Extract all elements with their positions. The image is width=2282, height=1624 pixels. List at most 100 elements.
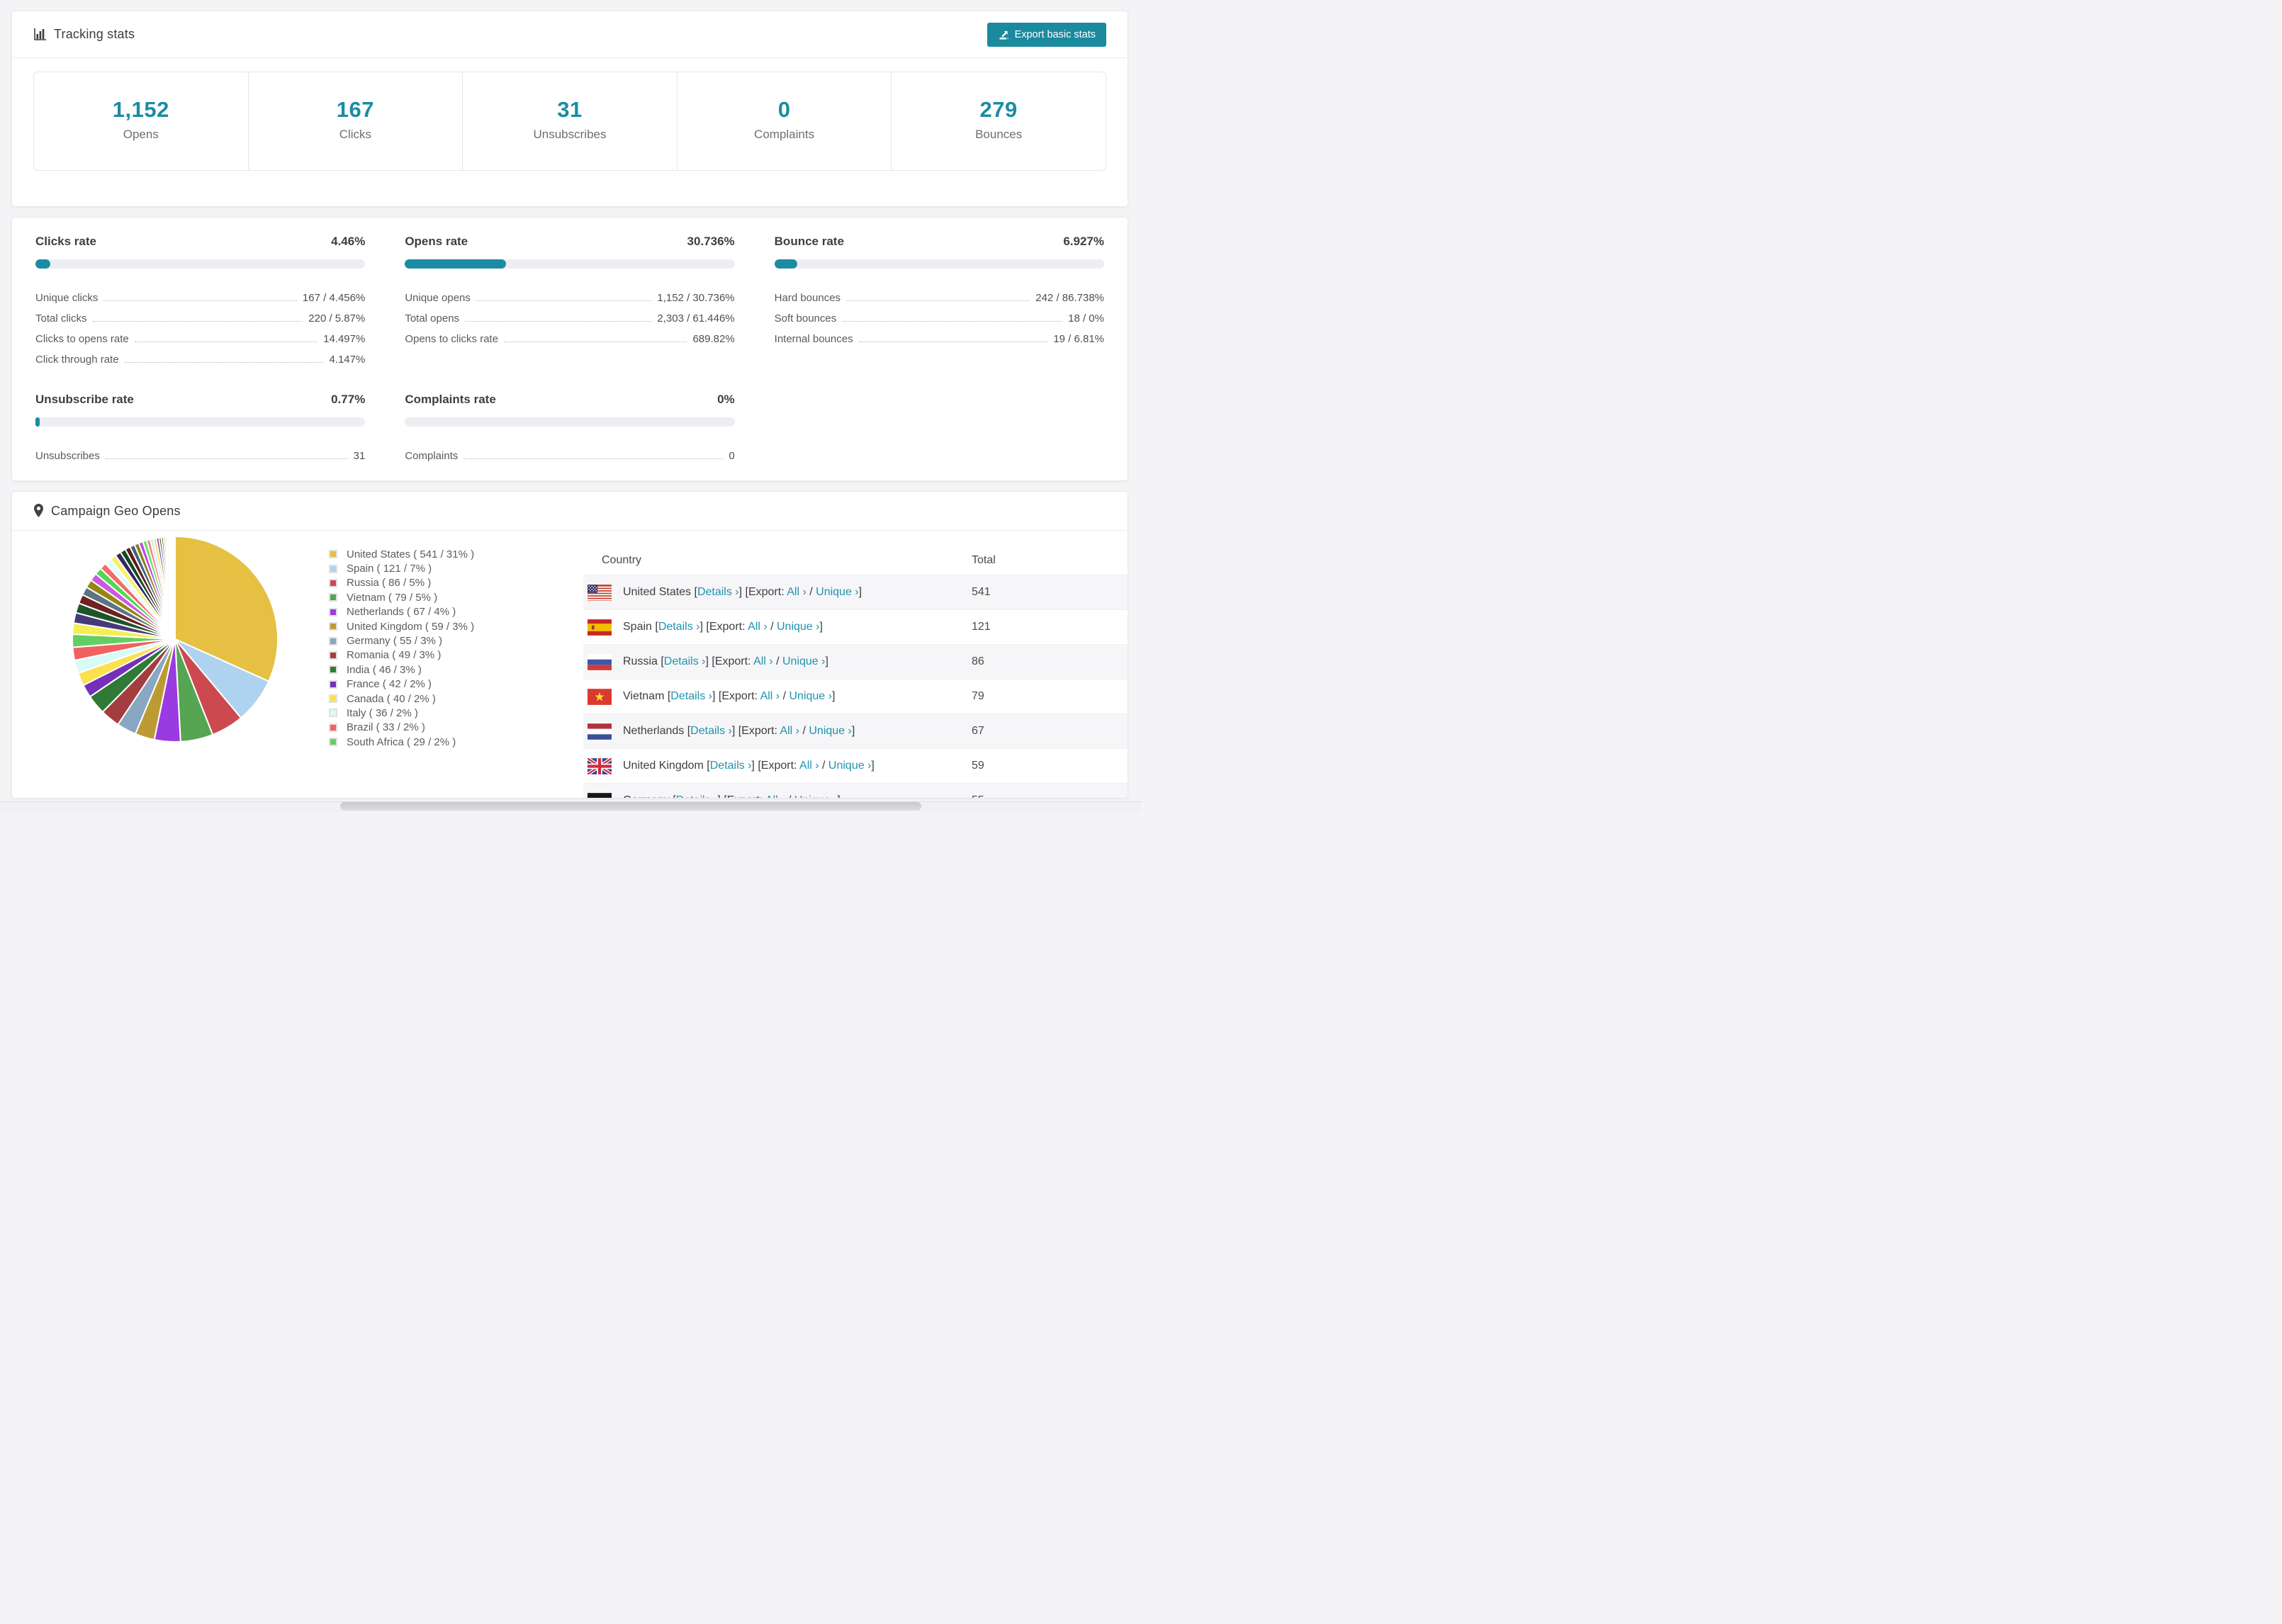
table-row-es: Spain [Details ›] [Export: All › / Uniqu…	[583, 609, 1128, 644]
legend-item: Vietnam ( 79 / 5% )	[329, 590, 474, 604]
geo-title: Campaign Geo Opens	[33, 504, 181, 519]
rate-row-label: Soft bounces	[774, 312, 837, 325]
rate-title: Opens rate	[405, 235, 468, 248]
rate-row-value: 242 / 86.738%	[1035, 292, 1104, 304]
rate-row-value: 167 / 4.456%	[302, 292, 366, 304]
export-basic-stats-button[interactable]: Export basic stats	[987, 22, 1106, 47]
rates-grid: Clicks rate 4.46% Unique clicks 167 / 4.456…	[12, 218, 1128, 462]
unsubscribe-rate-block: Unsubscribe rate 0.77% Unsubscribes 31	[35, 393, 366, 462]
pie-slice	[174, 535, 176, 640]
export-unique-link[interactable]: Unique ›	[789, 690, 831, 702]
legend-swatch	[329, 593, 337, 602]
legend-item: Brazil ( 33 / 2% )	[329, 721, 474, 735]
legend-swatch	[329, 550, 337, 559]
legend-swatch	[329, 709, 337, 718]
country-cell: United Kingdom [Details ›] [Export: All …	[623, 760, 875, 772]
legend-item: Russia ( 86 / 5% )	[329, 576, 474, 590]
export-unique-link[interactable]: Unique ›	[816, 586, 858, 598]
rate-value: 6.927%	[1063, 235, 1104, 248]
summary-stat-unsubscribes: 31 Unsubscribes	[462, 72, 677, 170]
rate-row: Total clicks 220 / 5.87%	[35, 304, 365, 325]
export-all-link[interactable]: All ›	[765, 794, 785, 798]
legend-label: United Kingdom ( 59 / 3% )	[347, 620, 475, 633]
rate-progress-bar	[35, 417, 366, 427]
rate-row-label: Unique clicks	[35, 292, 99, 304]
details-link[interactable]: Details ›	[664, 655, 706, 667]
rate-row-label: Clicks to opens rate	[35, 333, 129, 345]
dotted-leader	[842, 321, 1063, 322]
summary-stat-opens: 1,152 Opens	[34, 72, 248, 170]
export-all-link[interactable]: All ›	[753, 655, 773, 667]
rate-row-value: 4.147%	[329, 354, 366, 366]
rate-row-label: Complaints	[405, 450, 459, 462]
rate-row: Unique clicks 167 / 4.456%	[35, 283, 365, 304]
legend-swatch	[329, 665, 337, 675]
total-cell: 59	[972, 760, 984, 772]
legend-label: Vietnam ( 79 / 5% )	[347, 591, 438, 604]
summary-value: 1,152	[112, 97, 169, 122]
export-all-link[interactable]: All ›	[787, 586, 806, 598]
legend-label: Italy ( 36 / 2% )	[347, 706, 418, 719]
legend-swatch	[329, 622, 337, 631]
legend-item: South Africa ( 29 / 2% )	[329, 735, 474, 749]
table-row-vn: Vietnam [Details ›] [Export: All › / Uni…	[583, 679, 1128, 714]
export-prefix: Export:	[709, 621, 748, 633]
rate-value: 0.77%	[331, 393, 366, 406]
export-unique-link[interactable]: Unique ›	[794, 794, 837, 798]
legend-label: India ( 46 / 3% )	[347, 663, 422, 676]
legend-label: Romania ( 49 / 3% )	[347, 649, 442, 662]
table-row-gb: United Kingdom [Details ›] [Export: All …	[583, 748, 1128, 783]
export-prefix: Export:	[727, 794, 765, 798]
de-flag-icon	[588, 792, 612, 798]
total-cell: 79	[972, 690, 984, 702]
legend-item: United Kingdom ( 59 / 3% )	[329, 619, 474, 633]
rate-row-value: 18 / 0%	[1068, 312, 1104, 325]
legend-swatch	[329, 650, 337, 660]
table-row-nl: Netherlands [Details ›] [Export: All › /…	[583, 714, 1128, 748]
ru-flag-icon	[588, 653, 612, 670]
dotted-leader	[463, 458, 724, 459]
details-link[interactable]: Details ›	[658, 621, 700, 633]
country-name: United Kingdom	[623, 760, 704, 772]
dotted-leader	[105, 458, 348, 459]
details-link[interactable]: Details ›	[670, 690, 712, 702]
rate-row-label: Unsubscribes	[35, 450, 100, 462]
country-cell: Germany [Details ›] [Export: All › / Uni…	[623, 794, 841, 798]
legend-label: France ( 42 / 2% )	[347, 678, 432, 691]
nl-flag-icon	[588, 723, 612, 740]
details-link[interactable]: Details ›	[676, 794, 718, 798]
horizontal-scrollbar-thumb[interactable]	[340, 802, 921, 811]
export-unique-link[interactable]: Unique ›	[782, 655, 825, 667]
rates-card: Clicks rate 4.46% Unique clicks 167 / 4.456…	[11, 217, 1128, 481]
rate-value: 30.736%	[687, 235, 735, 248]
legend-item: France ( 42 / 2% )	[329, 677, 474, 692]
export-unique-link[interactable]: Unique ›	[809, 725, 851, 737]
summary-stat-complaints: 0 Complaints	[676, 72, 892, 170]
export-all-link[interactable]: All ›	[760, 690, 780, 702]
export-all-link[interactable]: All ›	[799, 760, 819, 772]
export-prefix: Export:	[741, 725, 780, 737]
summary-label: Bounces	[975, 128, 1023, 141]
export-all-link[interactable]: All ›	[780, 725, 799, 737]
rate-progress-bar	[405, 259, 735, 269]
export-unique-link[interactable]: Unique ›	[777, 621, 819, 633]
country-name: United States	[623, 586, 692, 598]
rate-progress-fill	[774, 259, 797, 269]
details-link[interactable]: Details ›	[690, 725, 732, 737]
summary-value: 279	[979, 97, 1018, 122]
details-link[interactable]: Details ›	[710, 760, 752, 772]
us-flag-icon	[588, 584, 612, 601]
export-all-link[interactable]: All ›	[748, 621, 768, 633]
legend-label: Russia ( 86 / 5% )	[347, 577, 432, 590]
rate-row-value: 2,303 / 61.446%	[657, 312, 735, 325]
campaign-geo-opens-card: Campaign Geo Opens United States ( 541 /…	[11, 491, 1128, 799]
tracking-stats-title-text: Tracking stats	[54, 27, 135, 41]
table-row-us: United States [Details ›] [Export: All ›…	[583, 575, 1128, 609]
legend-swatch	[329, 680, 337, 689]
details-link[interactable]: Details ›	[697, 586, 739, 598]
legend-swatch	[329, 578, 337, 587]
legend-swatch	[329, 738, 337, 747]
export-unique-link[interactable]: Unique ›	[828, 760, 871, 772]
rate-title: Bounce rate	[774, 235, 844, 248]
rate-progress-bar	[35, 259, 366, 269]
